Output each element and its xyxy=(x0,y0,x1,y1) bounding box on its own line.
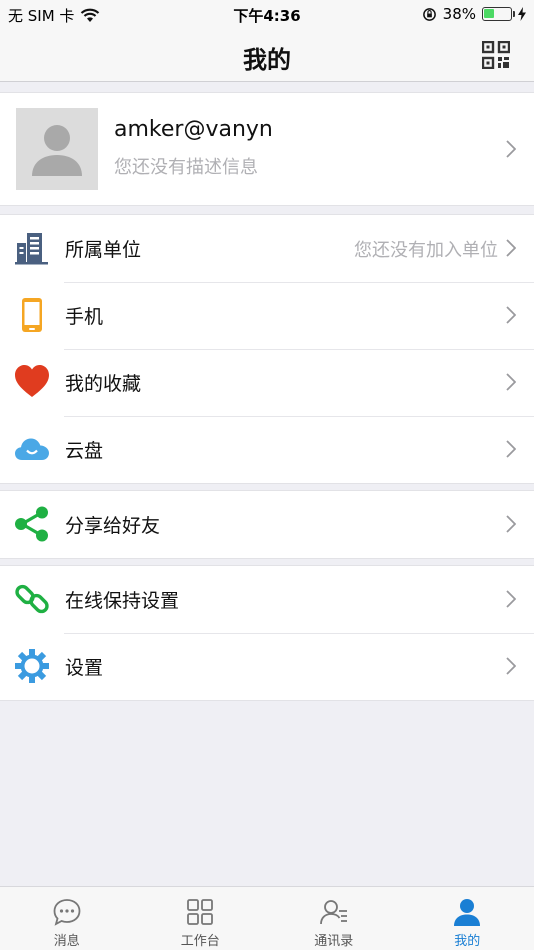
phone-icon xyxy=(22,298,42,332)
heart-icon xyxy=(15,365,49,397)
profile-description: 您还没有描述信息 xyxy=(114,157,258,178)
message-icon xyxy=(53,899,81,926)
tab-messages[interactable]: 消息 xyxy=(0,887,134,950)
battery-percent: 38% xyxy=(442,5,476,23)
menu-row-share[interactable]: 分享给好友 xyxy=(0,491,534,558)
menu-row-phone[interactable]: 手机 xyxy=(0,282,534,349)
chevron-right-icon xyxy=(506,440,516,458)
chevron-right-icon xyxy=(506,306,516,324)
menu-label-online-keepalive: 在线保持设置 xyxy=(65,590,180,612)
person-icon xyxy=(454,899,481,926)
menu-group-share: 分享给好友 xyxy=(0,490,534,559)
page-title: 我的 xyxy=(243,46,291,74)
chevron-right-icon xyxy=(506,239,516,257)
menu-label-settings: 设置 xyxy=(65,657,104,679)
profile-name: amker@vanyn xyxy=(114,117,273,142)
default-avatar-icon xyxy=(16,108,98,190)
chevron-right-icon xyxy=(506,590,516,608)
menu-label-phone: 手机 xyxy=(65,306,104,328)
rotation-lock-icon xyxy=(422,7,436,21)
status-bar: 无 SIM 卡 下午4:36 38% xyxy=(0,0,534,28)
menu-label-share: 分享给好友 xyxy=(65,515,161,537)
menu-label-organization: 所属单位 xyxy=(65,239,142,261)
chevron-right-icon xyxy=(506,515,516,533)
avatar xyxy=(16,108,98,190)
menu-row-favorites[interactable]: 我的收藏 xyxy=(0,349,534,416)
chevron-right-icon xyxy=(506,657,516,675)
grid-icon xyxy=(187,899,214,925)
gear-icon xyxy=(15,649,49,683)
share-icon xyxy=(15,506,48,542)
tab-label-workbench: 工作台 xyxy=(180,934,220,949)
tab-label-contacts: 通讯录 xyxy=(314,934,354,949)
nav-bar: 我的 xyxy=(0,28,534,82)
chevron-right-icon xyxy=(506,140,516,158)
chevron-right-icon xyxy=(506,373,516,391)
link-icon xyxy=(15,584,49,614)
menu-group-main: 所属单位 您还没有加入单位 手机 我的收藏 云盘 xyxy=(0,214,534,484)
menu-label-favorites: 我的收藏 xyxy=(65,373,142,395)
qr-code-icon[interactable] xyxy=(482,41,510,69)
contacts-icon xyxy=(319,900,347,925)
tab-me[interactable]: 我的 xyxy=(401,887,534,950)
tab-workbench[interactable]: 工作台 xyxy=(134,887,268,950)
tab-contacts[interactable]: 通讯录 xyxy=(267,887,401,950)
building-icon xyxy=(15,233,48,265)
menu-row-settings[interactable]: 设置 xyxy=(0,633,534,700)
tab-label-me: 我的 xyxy=(454,934,481,949)
profile-card[interactable]: amker@vanyn 您还没有描述信息 xyxy=(0,92,534,206)
tab-bar: 消息 工作台 通讯录 我的 xyxy=(0,886,534,950)
menu-row-organization[interactable]: 所属单位 您还没有加入单位 xyxy=(0,215,534,282)
menu-row-online-keepalive[interactable]: 在线保持设置 xyxy=(0,566,534,633)
battery-icon xyxy=(482,7,515,21)
menu-group-settings: 在线保持设置 设置 xyxy=(0,565,534,701)
tab-label-messages: 消息 xyxy=(53,934,80,949)
menu-row-cloud-drive[interactable]: 云盘 xyxy=(0,416,534,483)
menu-label-cloud-drive: 云盘 xyxy=(65,440,104,462)
charging-bolt-icon xyxy=(518,7,526,21)
organization-value: 您还没有加入单位 xyxy=(354,240,498,261)
cloud-icon xyxy=(15,438,49,460)
